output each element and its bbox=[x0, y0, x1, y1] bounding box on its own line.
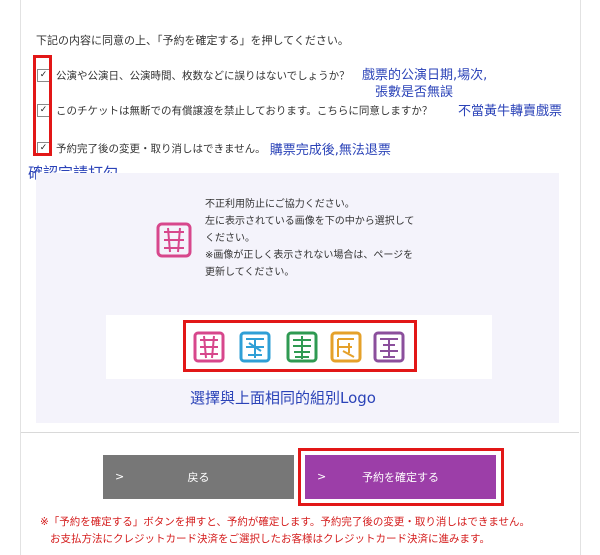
checkbox-label-resale: このチケットは無断での有償譲渡を禁止しております。こちらに同意しますか？ bbox=[56, 105, 433, 117]
confirm-notice: ※「予約を確定する」ボタンを押すと、予約が確定します。予約完了後の変更・取り消し… bbox=[40, 514, 580, 548]
annotation-resale: 不當黃牛轉賣戲票 bbox=[458, 104, 563, 119]
checkbox-label-no-refund: 予約完了後の変更・取り消しはできません。 bbox=[56, 143, 266, 155]
highlight-checkboxes bbox=[33, 55, 52, 156]
captcha-target-logo-icon bbox=[156, 222, 192, 258]
highlight-captcha-options bbox=[183, 320, 417, 372]
chevron-right-icon: > bbox=[115, 470, 125, 483]
annotation-no-refund: 購票完成後,無法退票 bbox=[269, 143, 391, 158]
checkbox-label-performance: 公演や公演日、公演時間、枚数などに誤りはないでしょうか？ bbox=[56, 70, 350, 82]
captcha-line: ※画像が正しく表示されない場合は、ページを bbox=[205, 250, 414, 261]
back-button-label: 戻る bbox=[187, 471, 210, 484]
captcha-line: 左に表示されている画像を下の中から選択して bbox=[205, 216, 415, 227]
divider bbox=[21, 432, 579, 433]
annotation-performance-2: 張數是否無誤 bbox=[375, 85, 454, 100]
checkbox-row-performance[interactable]: ✓ 公演や公演日、公演時間、枚数などに誤りはないでしょうか？ bbox=[37, 68, 350, 83]
checkbox-row-no-refund[interactable]: ✓ 予約完了後の変更・取り消しはできません。 購票完成後,無法退票 bbox=[37, 139, 391, 158]
notice-line: ※「予約を確定する」ボタンを押すと、予約が確定します。予約完了後の変更・取り消し… bbox=[40, 516, 531, 528]
checkbox-row-resale[interactable]: ✓ このチケットは無断での有償譲渡を禁止しております。こちらに同意しますか？ bbox=[37, 103, 432, 118]
captcha-line: 不正利用防止にご協力ください。 bbox=[205, 199, 355, 210]
highlight-confirm-button bbox=[298, 448, 504, 506]
annotation-captcha: 選擇與上面相同的組別Logo bbox=[190, 389, 376, 407]
notice-line: お支払方法にクレジットカード決済をご選択したお客様はクレジットカード決済に進みま… bbox=[50, 533, 490, 545]
captcha-line: ください。 bbox=[205, 233, 255, 244]
captcha-line: 更新してください。 bbox=[205, 267, 295, 278]
back-button[interactable]: > 戻る bbox=[103, 455, 294, 499]
intro-text: 下記の内容に同意の上、「予約を確定する」を押してください。 bbox=[36, 34, 349, 47]
captcha-instructions: 不正利用防止にご協力ください。 左に表示されている画像を下の中から選択して くだ… bbox=[205, 196, 455, 281]
